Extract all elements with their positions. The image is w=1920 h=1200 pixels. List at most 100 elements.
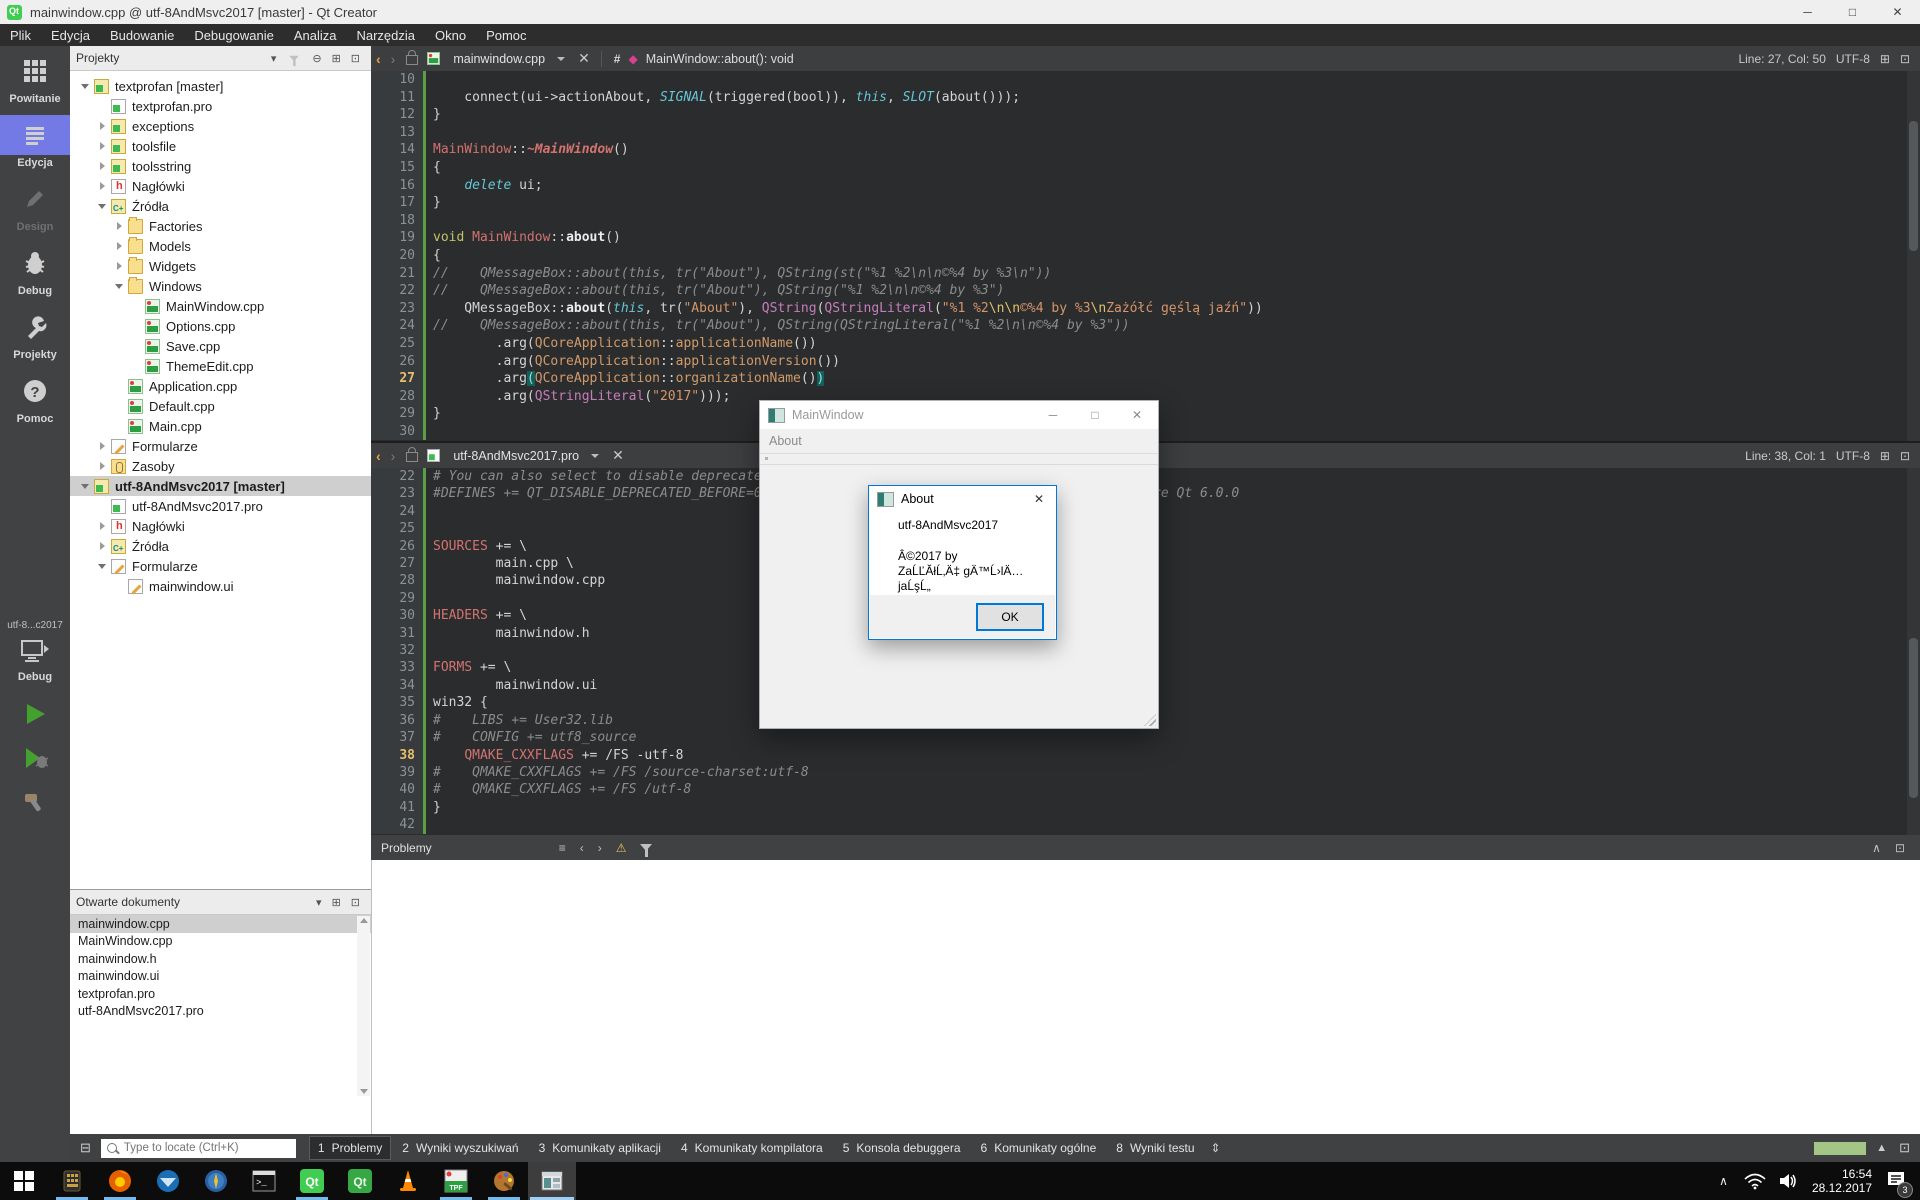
mode-edit[interactable]: Edycja: [0, 110, 70, 174]
editor-top-scrollbar[interactable]: [1907, 71, 1920, 441]
expand-output-icon[interactable]: ▲: [1876, 1142, 1887, 1154]
expander-open-icon[interactable]: [95, 204, 109, 209]
sort-icon[interactable]: ≡: [552, 841, 573, 855]
sidebar-toggle-icon[interactable]: ⊟: [70, 1140, 101, 1156]
tree-item[interactable]: Widgets: [70, 256, 371, 276]
pane-dropdown-icon[interactable]: ▾: [311, 896, 327, 909]
tree-item[interactable]: MainWindow.cpp: [70, 296, 371, 316]
close-split-icon[interactable]: ⊡: [1900, 449, 1910, 463]
collapse-pane-icon[interactable]: ∧: [1865, 841, 1888, 855]
tree-item[interactable]: Application.cpp: [70, 376, 371, 396]
tree-item[interactable]: textprofan [master]: [70, 76, 371, 96]
dialog-minimize-button[interactable]: ─: [1032, 401, 1074, 429]
tray-expand-icon[interactable]: ∧: [1719, 1174, 1728, 1188]
expander-closed-icon[interactable]: [95, 182, 109, 190]
menu-edycja[interactable]: Edycja: [41, 24, 100, 46]
expander-closed-icon[interactable]: [112, 222, 126, 230]
tree-item[interactable]: Źródła: [70, 196, 371, 216]
taskbar-compass-icon[interactable]: [192, 1162, 240, 1200]
filter-icon[interactable]: [290, 55, 300, 61]
output-pane-button-8[interactable]: 8Wyniki testu: [1108, 1137, 1202, 1159]
maximize-button[interactable]: □: [1830, 0, 1875, 24]
menu-plik[interactable]: Plik: [0, 24, 41, 46]
taskbar-firefox-icon[interactable]: [96, 1162, 144, 1200]
taskbar-keyboard-icon[interactable]: [48, 1162, 96, 1200]
next-item-icon[interactable]: ›: [591, 841, 609, 855]
expander-closed-icon[interactable]: [95, 162, 109, 170]
tree-item[interactable]: ThemeEdit.cpp: [70, 356, 371, 376]
notification-center-icon[interactable]: 3: [1886, 1170, 1906, 1193]
open-document-item[interactable]: mainwindow.cpp: [70, 915, 371, 933]
tree-item[interactable]: Źródła: [70, 536, 371, 556]
locator-input[interactable]: [122, 1141, 286, 1155]
clock[interactable]: 16:54 28.12.2017: [1812, 1167, 1872, 1195]
expander-closed-icon[interactable]: [95, 122, 109, 130]
taskbar-start-icon[interactable]: [0, 1162, 48, 1200]
right-sidebar-toggle-icon[interactable]: ⊡: [1899, 1140, 1910, 1156]
menu-budowanie[interactable]: Budowanie: [100, 24, 184, 46]
dialog-close-button[interactable]: ✕: [1116, 401, 1158, 429]
nav-forward-icon[interactable]: ›: [386, 448, 401, 464]
output-pane-button-2[interactable]: 2Wyniki wyszukiwań: [394, 1137, 526, 1159]
prev-item-icon[interactable]: ‹: [573, 841, 591, 855]
tree-item[interactable]: Options.cpp: [70, 316, 371, 336]
dialog-close-button[interactable]: ✕: [1022, 486, 1056, 512]
run-button[interactable]: [22, 701, 48, 727]
tree-item[interactable]: textprofan.pro: [70, 96, 371, 116]
debug-run-button[interactable]: [22, 745, 48, 771]
tree-item[interactable]: Save.cpp: [70, 336, 371, 356]
filter-icon[interactable]: [640, 844, 652, 851]
expander-closed-icon[interactable]: [95, 542, 109, 550]
expander-closed-icon[interactable]: [95, 442, 109, 450]
tree-item[interactable]: Formularze: [70, 556, 371, 576]
tab-close-icon[interactable]: ✕: [573, 50, 595, 67]
documents-scrollbar[interactable]: [357, 916, 370, 1096]
tree-item[interactable]: Main.cpp: [70, 416, 371, 436]
expander-open-icon[interactable]: [95, 564, 109, 569]
mainwindow-dialog-titlebar[interactable]: MainWindow ─ □ ✕: [760, 401, 1158, 429]
tree-item[interactable]: toolsfile: [70, 136, 371, 156]
tab-close-icon[interactable]: ✕: [607, 447, 629, 464]
close-button[interactable]: ✕: [1875, 0, 1920, 24]
dialog-resize-grip[interactable]: [1144, 714, 1156, 726]
expander-closed-icon[interactable]: [112, 262, 126, 270]
wifi-icon[interactable]: [1744, 1172, 1766, 1190]
speaker-icon[interactable]: [1778, 1172, 1798, 1190]
tree-item[interactable]: Nagłówki: [70, 516, 371, 536]
encoding-indicator[interactable]: UTF-8: [1836, 52, 1870, 66]
open-document-item[interactable]: mainwindow.ui: [70, 968, 371, 986]
locator-search[interactable]: [101, 1139, 296, 1158]
split-editor-icon[interactable]: ⊞: [1880, 449, 1890, 463]
output-pane-button-3[interactable]: 3Komunikaty aplikacji: [531, 1137, 669, 1159]
encoding-indicator[interactable]: UTF-8: [1836, 449, 1870, 463]
editor-top-tab-label[interactable]: mainwindow.cpp: [453, 52, 545, 66]
tree-item[interactable]: utf-8AndMsvc2017.pro: [70, 496, 371, 516]
tree-item[interactable]: Formularze: [70, 436, 371, 456]
editor-bottom-tab-label[interactable]: utf-8AndMsvc2017.pro: [453, 449, 579, 463]
tree-item[interactable]: Models: [70, 236, 371, 256]
tree-item[interactable]: toolsstring: [70, 156, 371, 176]
menu-okno[interactable]: Okno: [425, 24, 476, 46]
output-pane-button-6[interactable]: 6Komunikaty ogólne: [973, 1137, 1105, 1159]
taskbar-vlc-icon[interactable]: [384, 1162, 432, 1200]
tab-dropdown-icon[interactable]: [591, 454, 599, 458]
current-symbol[interactable]: MainWindow::about(): void: [646, 52, 794, 66]
dialog-maximize-button[interactable]: □: [1074, 401, 1116, 429]
split-pane-icon[interactable]: ⊞: [327, 896, 346, 909]
menu-narzędzia[interactable]: Narzędzia: [346, 24, 425, 46]
tree-item[interactable]: mainwindow.ui: [70, 576, 371, 596]
open-document-item[interactable]: mainwindow.h: [70, 950, 371, 968]
nav-back-icon[interactable]: ‹: [371, 51, 386, 67]
split-editor-icon[interactable]: ⊞: [1880, 52, 1890, 66]
link-with-editor-icon[interactable]: ⊖: [307, 52, 326, 65]
expander-closed-icon[interactable]: [95, 462, 109, 470]
taskbar-qt-tool-icon[interactable]: Qt: [336, 1162, 384, 1200]
pane-dropdown-icon[interactable]: ▾: [266, 52, 282, 65]
taskbar-paint-icon[interactable]: [480, 1162, 528, 1200]
expander-closed-icon[interactable]: [95, 142, 109, 150]
taskbar-thunderbird-icon[interactable]: [144, 1162, 192, 1200]
close-split-icon[interactable]: ⊡: [1900, 52, 1910, 66]
close-pane-icon[interactable]: ⊡: [346, 52, 365, 65]
menu-analiza[interactable]: Analiza: [284, 24, 347, 46]
split-pane-icon[interactable]: ⊡: [1888, 841, 1912, 855]
